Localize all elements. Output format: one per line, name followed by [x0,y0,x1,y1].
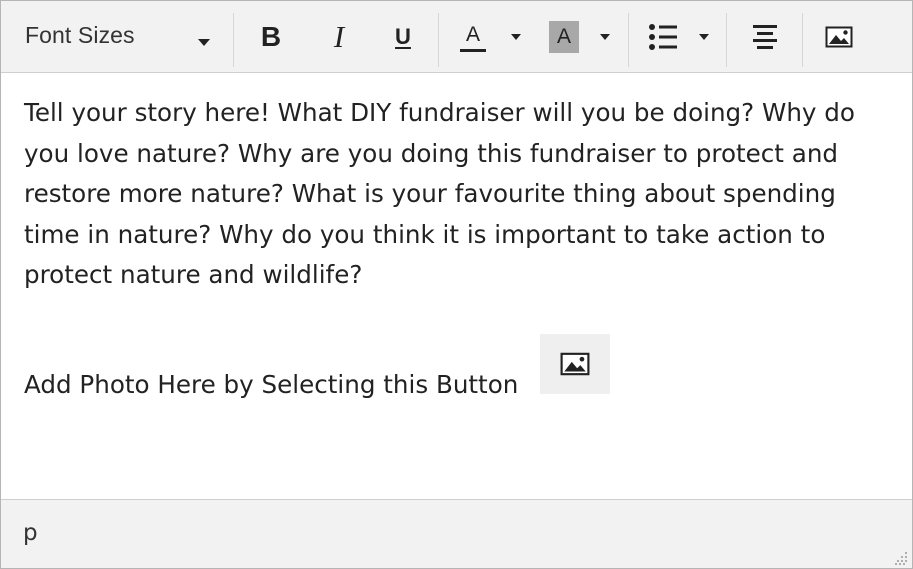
chevron-down-icon [699,33,709,40]
underline-button[interactable]: U [381,1,425,72]
chevron-down-icon [600,33,610,40]
text-color-button[interactable]: A [453,1,493,72]
background-color-letter: A [556,24,571,48]
font-sizes-dropdown[interactable]: Font Sizes [1,1,233,72]
align-center-button[interactable] [743,1,787,72]
element-path[interactable]: p [23,520,38,546]
text-color-letter: A [465,22,480,46]
toolbar-separator [726,13,727,67]
editor-content[interactable]: Tell your story here! What DIY fundraise… [24,93,894,296]
image-icon [825,26,853,47]
chevron-down-icon [511,33,521,40]
align-center-icon [753,24,777,49]
italic-button[interactable]: I [317,1,361,72]
toolbar-separator [438,13,439,67]
toolbar-separator [233,13,234,67]
toolbar-separator [628,13,629,67]
underline-icon: U [395,23,411,49]
editor-toolbar: Font Sizes B I U A A [1,1,912,73]
background-color-icon: A [549,20,579,53]
insert-image-button[interactable] [817,1,861,72]
text-color-icon: A [460,20,486,54]
bullet-list-dropdown[interactable] [693,1,715,72]
resize-handle-icon[interactable] [894,551,908,565]
photo-instruction-text: Add Photo Here by Selecting this Button [24,370,519,399]
bold-button[interactable]: B [249,1,293,72]
font-sizes-label: Font Sizes [25,21,135,48]
editor-statusbar: p [1,499,912,568]
story-paragraph: Tell your story here! What DIY fundraise… [24,98,855,289]
text-color-dropdown[interactable] [505,1,527,72]
image-icon [560,352,590,376]
toolbar-separator [802,13,803,67]
text-color-swatch [460,48,486,52]
bullet-list-icon [649,23,677,50]
bullet-list-button[interactable] [643,1,683,72]
rich-text-editor: Font Sizes B I U A A Tell your story her… [0,0,913,569]
background-color-dropdown[interactable] [594,1,616,72]
inline-image-button[interactable] [540,334,610,394]
italic-icon: I [333,18,345,54]
background-color-button[interactable]: A [544,1,584,72]
bold-icon: B [260,20,282,52]
chevron-down-icon [198,39,210,46]
